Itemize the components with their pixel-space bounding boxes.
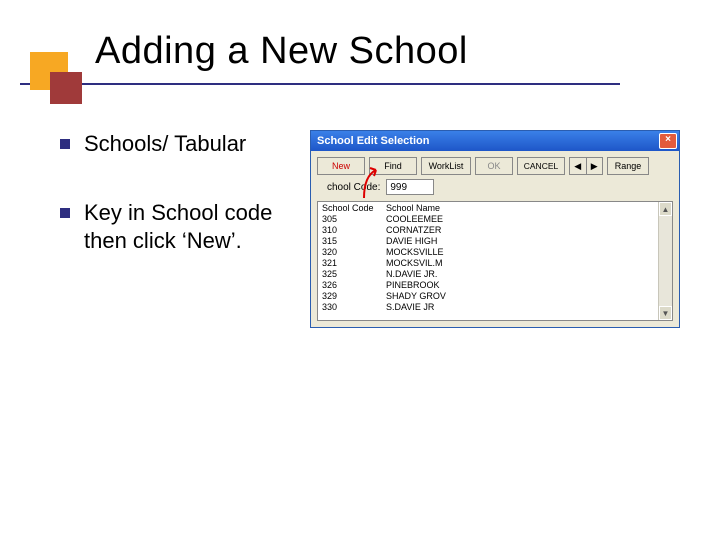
list-row[interactable]: 320MOCKSVILLE [322, 247, 654, 258]
titlebar[interactable]: School Edit Selection × [311, 131, 679, 151]
bullet-list: Schools/ Tabular Key in School code then… [40, 130, 290, 328]
title-block: Adding a New School [40, 30, 680, 85]
school-list: School Code School Name 305COOLEEMEE 310… [317, 201, 673, 321]
cell-name: PINEBROOK [386, 280, 654, 291]
cell-code: 329 [322, 291, 386, 302]
close-button[interactable]: × [659, 133, 677, 149]
list-row[interactable]: 305COOLEEMEE [322, 214, 654, 225]
content-row: Schools/ Tabular Key in School code then… [40, 130, 680, 328]
cell-code: 320 [322, 247, 386, 258]
list-header: School Code School Name [322, 203, 654, 213]
bullet-item: Key in School code then click ‘New’. [60, 199, 290, 256]
scroll-down-button[interactable]: ▼ [659, 306, 672, 320]
bullet-item: Schools/ Tabular [60, 130, 290, 159]
slide: Adding a New School Schools/ Tabular Key… [0, 0, 720, 540]
range-button[interactable]: Range [607, 157, 649, 175]
new-button[interactable]: New [317, 157, 365, 175]
list-row[interactable]: 325N.DAVIE JR. [322, 269, 654, 280]
ok-button[interactable]: OK [475, 157, 513, 175]
cell-code: 326 [322, 280, 386, 291]
cell-name: CORNATZER [386, 225, 654, 236]
col-header-name: School Name [386, 203, 654, 213]
cell-code: 305 [322, 214, 386, 225]
bullet-marker-icon [60, 139, 70, 149]
school-edit-dialog: School Edit Selection × New Find WorkLis… [310, 130, 680, 328]
cell-code: 321 [322, 258, 386, 269]
cell-code: 315 [322, 236, 386, 247]
scrollbar[interactable]: ▲ ▼ [658, 202, 672, 320]
close-icon: × [665, 134, 671, 145]
cell-name: MOCKSVIL.M [386, 258, 654, 269]
nav-next-button[interactable]: ▶ [587, 158, 603, 174]
nav-buttons: ◀ ▶ [569, 157, 603, 175]
list-row[interactable]: 326PINEBROOK [322, 280, 654, 291]
title-underline [20, 83, 620, 85]
cell-code: 325 [322, 269, 386, 280]
list-row[interactable]: 321MOCKSVIL.M [322, 258, 654, 269]
annotation-arrow-icon [360, 164, 388, 200]
bullet-marker-icon [60, 208, 70, 218]
cell-name: MOCKSVILLE [386, 247, 654, 258]
list-row[interactable]: 330S.DAVIE JR [322, 302, 654, 313]
scroll-up-button[interactable]: ▲ [659, 202, 672, 216]
title-decor-maroon [50, 72, 82, 104]
cancel-button[interactable]: CANCEL [517, 157, 565, 175]
bullet-text: Schools/ Tabular [84, 130, 246, 159]
school-code-input[interactable]: 999 [386, 179, 434, 195]
scroll-track[interactable] [659, 216, 672, 306]
list-row[interactable]: 315DAVIE HIGH [322, 236, 654, 247]
cell-name: SHADY GROV [386, 291, 654, 302]
cell-name: COOLEEMEE [386, 214, 654, 225]
triangle-left-icon: ◀ [574, 161, 581, 172]
chevron-up-icon: ▲ [662, 205, 670, 214]
cell-name: S.DAVIE JR [386, 302, 654, 313]
nav-prev-button[interactable]: ◀ [570, 158, 587, 174]
chevron-down-icon: ▼ [662, 309, 670, 318]
school-code-value: 999 [390, 182, 407, 193]
bullet-text: Key in School code then click ‘New’. [84, 199, 290, 256]
cell-code: 310 [322, 225, 386, 236]
triangle-right-icon: ▶ [591, 161, 598, 172]
col-header-code: School Code [322, 203, 386, 213]
school-list-body[interactable]: School Code School Name 305COOLEEMEE 310… [318, 202, 658, 320]
window-title: School Edit Selection [317, 135, 429, 147]
worklist-button[interactable]: WorkList [421, 157, 471, 175]
cell-name: DAVIE HIGH [386, 236, 654, 247]
cell-code: 330 [322, 302, 386, 313]
list-row[interactable]: 310CORNATZER [322, 225, 654, 236]
cell-name: N.DAVIE JR. [386, 269, 654, 280]
list-row[interactable]: 329SHADY GROV [322, 291, 654, 302]
dialog-screenshot: School Edit Selection × New Find WorkLis… [310, 130, 680, 328]
page-title: Adding a New School [40, 30, 680, 73]
